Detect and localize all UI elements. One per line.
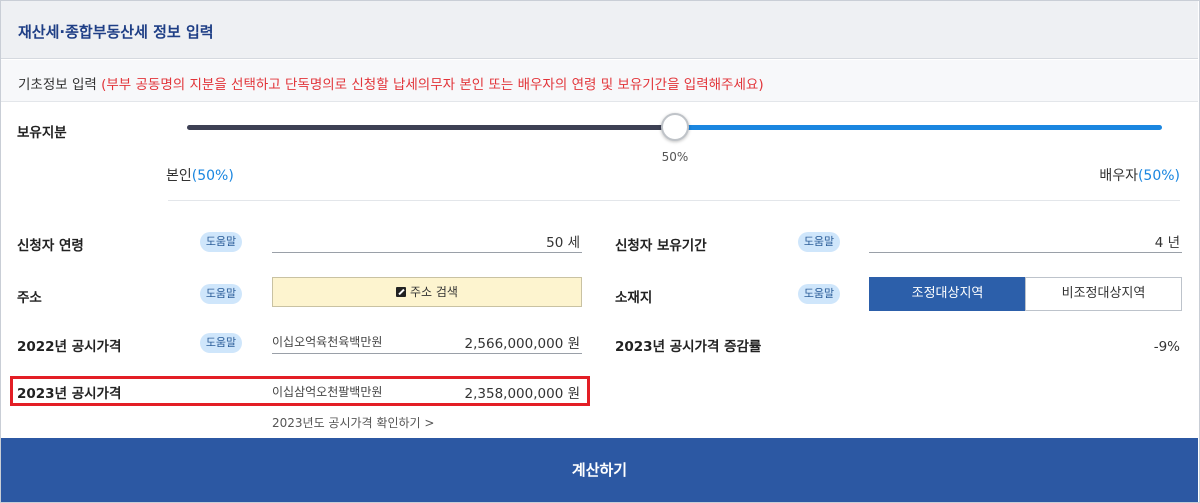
help-button-location[interactable]: 도움말: [798, 284, 840, 304]
self-share-label: 본인: [166, 168, 192, 184]
change-rate-value: -9%: [1153, 339, 1180, 355]
section-divider: [168, 200, 1180, 201]
location-option-non-regulated[interactable]: 비조정대상지역: [1025, 277, 1182, 311]
price-2022-field[interactable]: 이십오억육천육백만원 2,566,000,000 원: [272, 328, 582, 354]
page-title: 재산세·종합부동산세 정보 입력: [18, 23, 214, 41]
price-2023-field[interactable]: 이십삼억오천팔백만원 2,358,000,000 원: [272, 378, 582, 404]
ownership-label: 보유지분: [17, 125, 67, 141]
help-button-address[interactable]: 도움말: [200, 284, 242, 304]
location-label: 소재지: [615, 290, 653, 306]
spouse-share: 배우자(50%): [1099, 165, 1180, 185]
price-2023-label: 2023년 공시가격: [17, 386, 122, 402]
spouse-share-pct: (50%): [1137, 168, 1180, 184]
check-price-link[interactable]: 2023년도 공시가격 확인하기 >: [272, 414, 434, 431]
panel-header: 재산세·종합부동산세 정보 입력: [1, 1, 1198, 59]
help-button-holding-period[interactable]: 도움말: [798, 232, 840, 252]
help-button-price-2022[interactable]: 도움말: [200, 333, 242, 353]
price-2023-korean: 이십삼억오천팔백만원: [272, 385, 383, 399]
applicant-age-label: 신청자 연령: [17, 238, 84, 254]
slider-track-left[interactable]: [187, 125, 675, 130]
slider-track-right[interactable]: [675, 125, 1162, 130]
change-rate-label: 2023년 공시가격 증감률: [615, 339, 762, 355]
price-2023-value: 2,358,000,000 원: [464, 386, 580, 402]
holding-period-label: 신청자 보유기간: [615, 238, 707, 254]
slider-value: 50%: [661, 150, 689, 164]
basic-info-text: 기초정보 입력 (부부 공동명의 지분을 선택하고 단독명의로 신청할 납세의무…: [18, 73, 764, 93]
self-share: 본인(50%): [166, 165, 234, 185]
basic-info-note: (부부 공동명의 지분을 선택하고 단독명의로 신청할 납세의무자 본인 또는 …: [101, 77, 764, 93]
price-2022-label: 2022년 공시가격: [17, 339, 122, 355]
basic-info-label: 기초정보 입력: [18, 77, 97, 93]
holding-period-value: 4 년: [1154, 235, 1180, 251]
address-search-button[interactable]: 주소 검색: [272, 277, 582, 307]
location-option-regulated[interactable]: 조정대상지역: [869, 277, 1026, 311]
price-2022-korean: 이십오억육천육백만원: [272, 335, 383, 349]
price-2022-value: 2,566,000,000 원: [464, 336, 580, 352]
applicant-age-field[interactable]: 50 세: [272, 227, 582, 253]
help-button-age[interactable]: 도움말: [200, 232, 242, 252]
slider-thumb[interactable]: [661, 113, 689, 141]
ownership-slider[interactable]: [187, 113, 1162, 141]
address-search-label: 주소 검색: [410, 285, 458, 299]
calculate-button[interactable]: 계산하기: [1, 438, 1198, 502]
applicant-age-value: 50 세: [546, 235, 580, 251]
basic-info-bar: 기초정보 입력 (부부 공동명의 지분을 선택하고 단독명의로 신청할 납세의무…: [1, 60, 1198, 102]
self-share-pct: (50%): [191, 168, 234, 184]
spouse-share-label: 배우자: [1099, 168, 1138, 184]
holding-period-field[interactable]: 4 년: [869, 227, 1182, 253]
address-label: 주소: [17, 290, 42, 306]
edit-icon: [396, 287, 406, 297]
